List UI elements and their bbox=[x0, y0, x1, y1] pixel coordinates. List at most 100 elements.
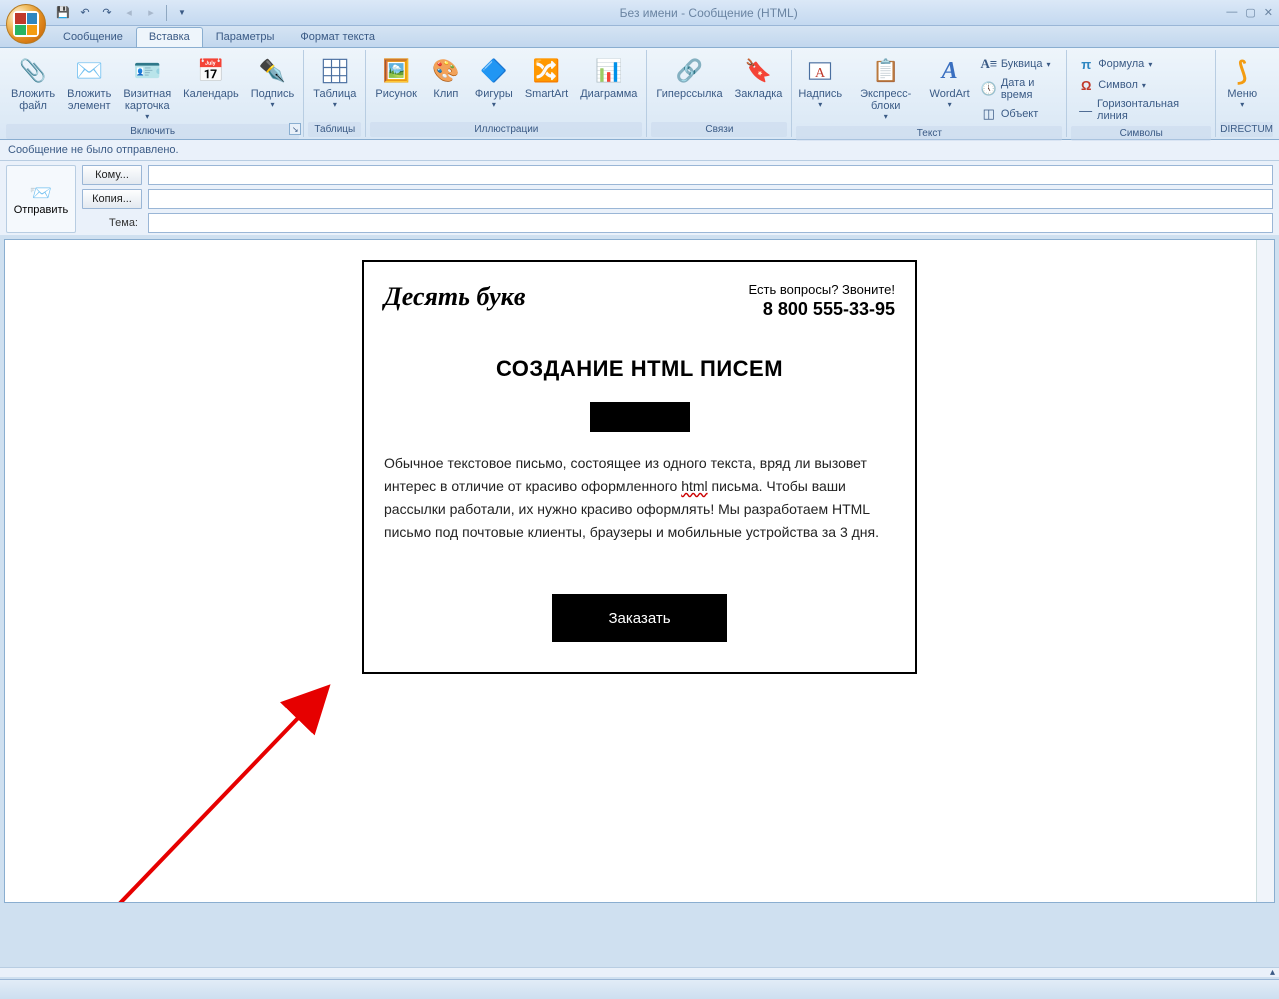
signature-icon: ✒️ bbox=[256, 55, 288, 87]
minimize-icon[interactable]: — bbox=[1226, 6, 1237, 19]
object-button[interactable]: ◫Объект bbox=[976, 104, 1060, 124]
symbol-button[interactable]: ΩСимвол▾ bbox=[1073, 75, 1209, 95]
directum-menu-button[interactable]: ⟆Меню▾ bbox=[1220, 52, 1264, 112]
bookmark-icon: 🔖 bbox=[743, 55, 775, 87]
table-icon bbox=[319, 55, 351, 87]
symbol-icon: Ω bbox=[1078, 77, 1094, 93]
card-icon: 🪪 bbox=[131, 55, 163, 87]
tab-params[interactable]: Параметры bbox=[203, 27, 288, 47]
envelope-icon: ✉️ bbox=[73, 55, 105, 87]
calendar-button[interactable]: 📅Календарь bbox=[178, 52, 244, 103]
ribbon-tabs: Сообщение Вставка Параметры Формат текст… bbox=[0, 26, 1279, 48]
quickparts-button[interactable]: 📋Экспресс-блоки▾ bbox=[846, 52, 925, 124]
signature-button[interactable]: ✒️Подпись▾ bbox=[246, 52, 300, 112]
email-heading: СОЗДАНИЕ HTML ПИСЕМ bbox=[384, 356, 895, 382]
send-button[interactable]: 📨 Отправить bbox=[6, 165, 76, 233]
group-include: 📎Вложить файл ✉️Вложить элемент 🪪Визитна… bbox=[2, 50, 304, 137]
dropcap-icon: A≡ bbox=[981, 56, 997, 72]
window-title: Без имени - Сообщение (HTML) bbox=[195, 6, 1222, 20]
office-button[interactable] bbox=[6, 4, 46, 44]
chart-icon: 📊 bbox=[593, 55, 625, 87]
save-icon[interactable]: 💾 bbox=[54, 4, 72, 22]
quick-access-toolbar: 💾 ↶ ↷ ◂ ▸ ▼ bbox=[54, 4, 191, 22]
clipart-icon: 🎨 bbox=[430, 55, 462, 87]
vertical-scrollbar[interactable] bbox=[1256, 240, 1274, 902]
business-card-button[interactable]: 🪪Визитная карточка▾ bbox=[118, 52, 176, 124]
next-icon[interactable]: ▸ bbox=[142, 4, 160, 22]
picture-button[interactable]: 🖼️Рисунок bbox=[370, 52, 422, 103]
horizontal-scroll-area[interactable]: ▴ bbox=[0, 967, 1279, 977]
equation-button[interactable]: πФормула▾ bbox=[1073, 54, 1209, 74]
to-field[interactable] bbox=[148, 165, 1273, 185]
chart-button[interactable]: 📊Диаграмма bbox=[575, 52, 642, 103]
email-card: Десять букв Есть вопросы? Звоните! 8 800… bbox=[362, 260, 917, 674]
decorative-bar bbox=[590, 402, 690, 432]
picture-icon: 🖼️ bbox=[380, 55, 412, 87]
group-launcher-icon[interactable]: ↘ bbox=[289, 123, 301, 135]
hyperlink-button[interactable]: 🔗Гиперссылка bbox=[651, 52, 727, 103]
dropcap-button[interactable]: A≡Буквица▾ bbox=[976, 54, 1060, 74]
editor-container: Десять букв Есть вопросы? Звоните! 8 800… bbox=[4, 239, 1275, 903]
textbox-button[interactable]: AНадпись▾ bbox=[796, 52, 844, 112]
hyperlink-icon: 🔗 bbox=[674, 55, 706, 87]
window-controls: — ▢ ✕ bbox=[1226, 6, 1273, 19]
hr-button[interactable]: —Горизонтальная линия bbox=[1073, 96, 1209, 124]
redo-icon[interactable]: ↷ bbox=[98, 4, 116, 22]
group-text: AНадпись▾ 📋Экспресс-блоки▾ AWordArt▾ A≡Б… bbox=[792, 50, 1067, 137]
attach-file-button[interactable]: 📎Вложить файл bbox=[6, 52, 60, 115]
cc-button[interactable]: Копия... bbox=[82, 189, 142, 209]
close-icon[interactable]: ✕ bbox=[1264, 6, 1273, 19]
group-label-links: Связи bbox=[651, 122, 787, 137]
tab-insert[interactable]: Вставка bbox=[136, 27, 203, 47]
message-body[interactable]: Десять букв Есть вопросы? Звоните! 8 800… bbox=[5, 240, 1274, 902]
undo-icon[interactable]: ↶ bbox=[76, 4, 94, 22]
contact-phone: 8 800 555-33-95 bbox=[749, 299, 895, 320]
datetime-icon: 🕔 bbox=[981, 81, 997, 97]
hr-icon: — bbox=[1078, 102, 1093, 118]
brand-logo: Десять букв bbox=[384, 282, 525, 312]
equation-icon: π bbox=[1078, 56, 1094, 72]
group-illustrations: 🖼️Рисунок 🎨Клип 🔷Фигуры▾ 🔀SmartArt 📊Диаг… bbox=[366, 50, 647, 137]
calendar-icon: 📅 bbox=[195, 55, 227, 87]
wordart-button[interactable]: AWordArt▾ bbox=[927, 52, 971, 112]
object-icon: ◫ bbox=[981, 106, 997, 122]
group-label-directum: DIRECTUM bbox=[1220, 122, 1273, 137]
paperclip-icon: 📎 bbox=[17, 55, 49, 87]
cc-field[interactable] bbox=[148, 189, 1273, 209]
table-button[interactable]: Таблица▾ bbox=[308, 52, 361, 112]
prev-icon[interactable]: ◂ bbox=[120, 4, 138, 22]
smartart-button[interactable]: 🔀SmartArt bbox=[520, 52, 573, 103]
wordart-icon: A bbox=[934, 55, 966, 87]
group-directum: ⟆Меню▾ DIRECTUM bbox=[1216, 50, 1277, 137]
group-label-tables: Таблицы bbox=[308, 122, 361, 137]
tab-format[interactable]: Формат текста bbox=[287, 27, 388, 47]
shapes-button[interactable]: 🔷Фигуры▾ bbox=[470, 52, 518, 112]
email-body-text: Обычное текстовое письмо, состоящее из о… bbox=[384, 452, 895, 544]
subject-field[interactable] bbox=[148, 213, 1273, 233]
bookmark-button[interactable]: 🔖Закладка bbox=[730, 52, 788, 103]
group-symbols: πФормула▾ ΩСимвол▾ —Горизонтальная линия… bbox=[1067, 50, 1216, 137]
group-links: 🔗Гиперссылка 🔖Закладка Связи bbox=[647, 50, 792, 137]
directum-icon: ⟆ bbox=[1226, 55, 1258, 87]
contact-question: Есть вопросы? Звоните! bbox=[749, 282, 895, 297]
group-label-symbols: Символы bbox=[1071, 126, 1211, 141]
info-bar: Сообщение не было отправлено. bbox=[0, 140, 1279, 161]
compose-header: 📨 Отправить Кому... Копия... Тема: bbox=[0, 161, 1279, 235]
ribbon: 📎Вложить файл ✉️Вложить элемент 🪪Визитна… bbox=[0, 48, 1279, 140]
tab-message[interactable]: Сообщение bbox=[50, 27, 136, 47]
datetime-button[interactable]: 🕔Дата и время bbox=[976, 75, 1060, 103]
contact-block: Есть вопросы? Звоните! 8 800 555-33-95 bbox=[749, 282, 895, 320]
attach-item-button[interactable]: ✉️Вложить элемент bbox=[62, 52, 116, 115]
qat-more-icon[interactable]: ▼ bbox=[173, 4, 191, 22]
maximize-icon[interactable]: ▢ bbox=[1245, 6, 1255, 19]
to-button[interactable]: Кому... bbox=[82, 165, 142, 185]
scroll-up-icon[interactable]: ▴ bbox=[1270, 967, 1275, 978]
group-label-text: Текст bbox=[796, 126, 1062, 141]
shapes-icon: 🔷 bbox=[478, 55, 510, 87]
group-tables: Таблица▾ Таблицы bbox=[304, 50, 366, 137]
clip-button[interactable]: 🎨Клип bbox=[424, 52, 468, 103]
order-button[interactable]: Заказать bbox=[552, 594, 727, 642]
subject-label: Тема: bbox=[82, 217, 142, 229]
svg-text:A: A bbox=[815, 66, 826, 81]
title-bar: 💾 ↶ ↷ ◂ ▸ ▼ Без имени - Сообщение (HTML)… bbox=[0, 0, 1279, 26]
